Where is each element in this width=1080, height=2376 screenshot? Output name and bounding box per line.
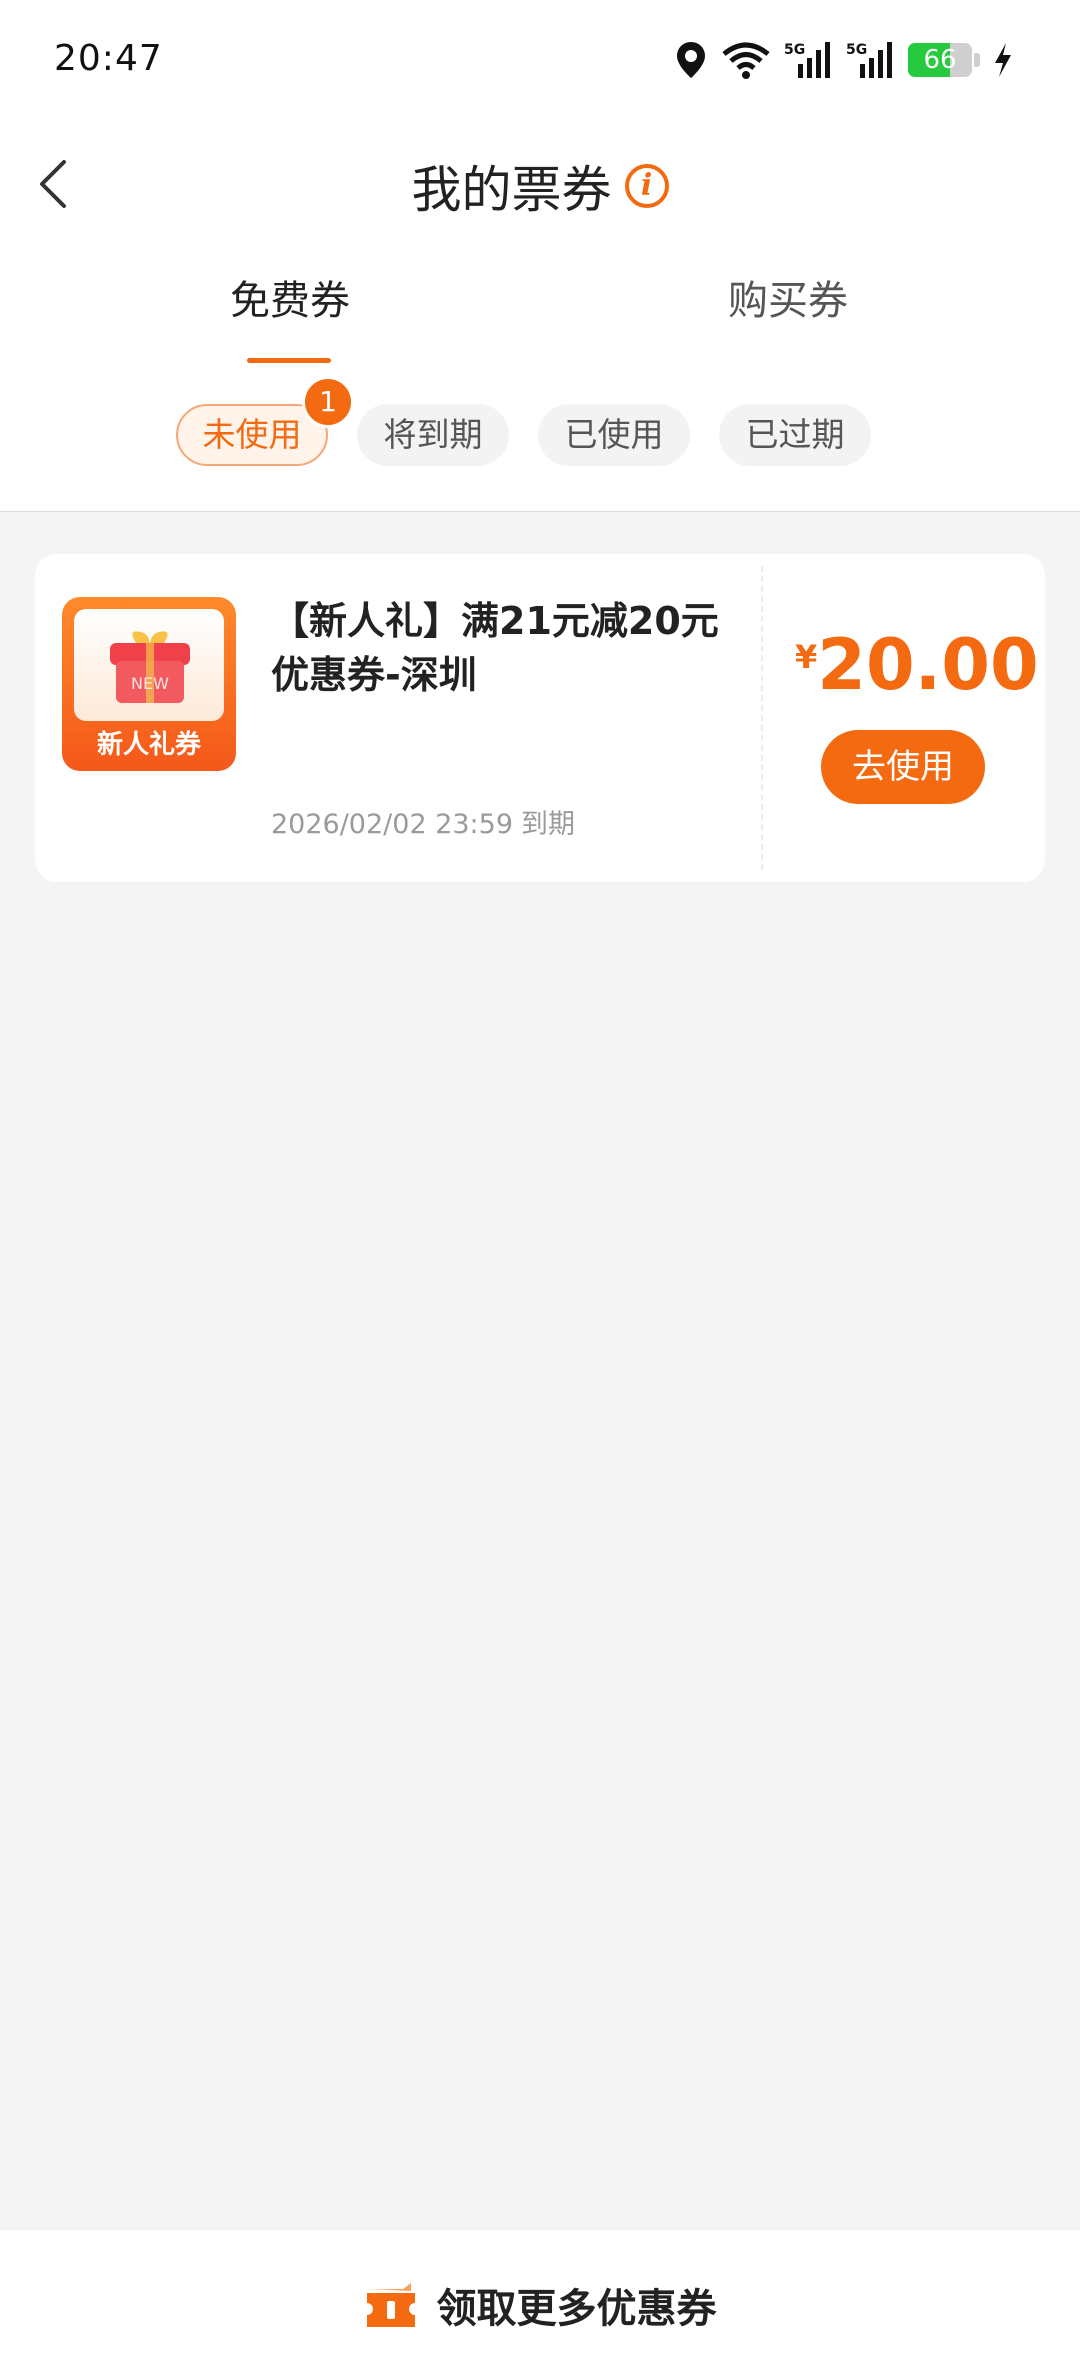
- gift-icon: NEW: [110, 631, 190, 703]
- chip-unused[interactable]: 未使用 1: [176, 376, 354, 466]
- chip-expired[interactable]: 已过期: [719, 404, 871, 466]
- gift-new-label: NEW: [131, 674, 169, 693]
- chip-label: 已使用: [564, 415, 664, 454]
- use-coupon-button[interactable]: 去使用: [821, 730, 985, 804]
- get-more-coupons-button[interactable]: 领取更多优惠券: [0, 2276, 1080, 2334]
- battery-cap: [974, 53, 980, 67]
- chip-label: 将到期: [383, 415, 483, 454]
- unused-count-badge: 1: [302, 376, 354, 428]
- coupon-expiry: 2026/02/02 23:59 到期: [271, 802, 575, 841]
- battery-percent: 66: [923, 45, 957, 75]
- card-separator: [761, 566, 763, 870]
- main-tabs: 免费券 购买券: [0, 268, 1080, 368]
- filter-chips: 未使用 1 将到期 已使用 已过期: [176, 376, 871, 466]
- tab-purchased-coupons[interactable]: 购买券: [638, 268, 938, 326]
- location-icon: [674, 40, 708, 80]
- chip-used[interactable]: 已使用: [538, 404, 690, 466]
- bottom-bar: 领取更多优惠券: [0, 2230, 1080, 2376]
- coupon-image-caption: 新人礼券: [96, 730, 201, 760]
- currency-symbol: ¥: [795, 638, 818, 676]
- ticket-icon: [367, 2283, 416, 2327]
- page-title: 我的票券: [411, 161, 612, 219]
- chip-label: 已过期: [745, 415, 845, 454]
- signal-icon-2: 5G: [846, 40, 896, 80]
- signal-icon-1: 5G: [784, 40, 834, 80]
- tab-free-coupons[interactable]: 免费券: [140, 268, 440, 326]
- battery-icon: 66: [908, 43, 972, 77]
- charging-icon: [992, 41, 1014, 79]
- get-more-coupons-label: 领取更多优惠券: [436, 2286, 717, 2332]
- coupon-amount: 20.00: [817, 624, 1039, 706]
- network-label-2: 5G: [846, 42, 867, 58]
- status-icons: 5G 5G 66: [674, 36, 1014, 84]
- title-wrap: 我的票券 i: [0, 150, 1080, 222]
- chip-expiring-soon[interactable]: 将到期: [357, 404, 509, 466]
- active-tab-indicator: [247, 358, 331, 363]
- status-time: 20:47: [54, 38, 163, 79]
- info-icon[interactable]: i: [624, 164, 669, 208]
- expiry-suffix: 到期: [521, 809, 576, 840]
- coupon-image: NEW 新人礼券: [62, 597, 236, 771]
- divider: [0, 511, 1080, 512]
- coupon-title: 【新人礼】满21元减20元优惠券-深圳: [271, 599, 719, 697]
- network-label-1: 5G: [784, 42, 805, 58]
- header: 我的票券 i: [0, 132, 1080, 236]
- wifi-icon: [720, 40, 772, 80]
- coupon-value: ¥20.00: [795, 624, 1039, 706]
- chip-label: 未使用: [202, 415, 302, 454]
- status-bar: 20:47 5G 5G 66: [0, 0, 1080, 120]
- expiry-date: 2026/02/02 23:59: [271, 809, 514, 840]
- coupon-card[interactable]: NEW 新人礼券 【新人礼】满21元减20元优惠券-深圳 2026/02/02 …: [35, 554, 1045, 882]
